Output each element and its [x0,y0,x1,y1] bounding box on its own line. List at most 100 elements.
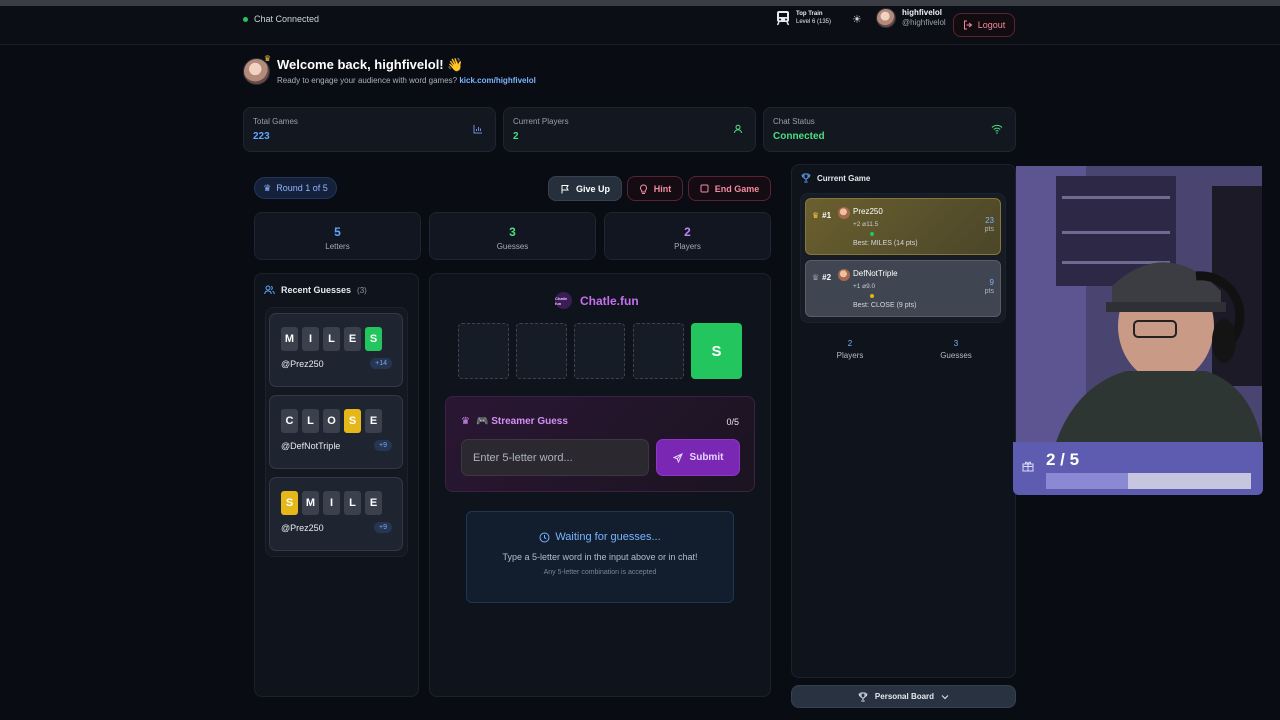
clock-icon [539,532,550,542]
points-badge: +9 [374,440,392,451]
stop-icon [700,184,709,193]
guess-input[interactable] [461,439,649,476]
brand-name: Chatle.fun [580,293,639,308]
letter-tile: S [281,491,298,515]
chat-status-text: Chat Connected [254,14,320,24]
letter-tile: I [323,491,340,515]
logout-icon [963,20,973,30]
navbar [0,6,1280,45]
player-best: Best: CLOSE (9 pts) [853,302,917,309]
guess-user: @DefNotTriple [281,440,341,451]
player-best: Best: MILES (14 pts) [853,240,918,247]
letter-tile: C [281,409,298,433]
train-title: Top Train [796,11,823,17]
letter-tile: E [365,409,382,433]
player-stats: +2 ⌀11.5 [853,221,879,228]
train-icon [776,11,790,26]
letter-slot: S [691,323,742,379]
current-game-title: Current Game [801,173,870,183]
trophy-icon: ♕ [812,273,820,282]
list-item: S M I L E @Prez250 +9 [269,477,403,551]
letter-tile: O [323,409,340,433]
letter-slot [633,323,684,379]
letter-tile: I [302,327,319,351]
crown-icon: ♛ [812,211,820,220]
letter-slot [458,323,509,379]
letter-tile: S [344,409,361,433]
user-menu[interactable]: highfivelol @highfivelol [876,8,946,28]
trophy-icon [858,692,868,701]
player-score: 9 [989,278,994,287]
stat-total-games: Total Games 223 [243,107,496,152]
welcome-title: Welcome back, highfivelol! 👋 [277,57,464,72]
streamer-guess-title: 🎮 Streamer Guess [475,416,568,427]
welcome-subtitle: Ready to engage your audience with word … [277,76,536,85]
crown-icon: ♛ [263,53,271,63]
end-game-button[interactable]: End Game [688,176,771,201]
waiting-box: Waiting for guesses... Type a 5-letter w… [466,511,734,603]
letter-tile: L [344,491,361,515]
letter-tile: M [302,491,319,515]
progress-bar [1046,473,1251,489]
status-dot-icon [870,232,874,236]
leaderboard-row: ♕ #2 DefNotTriple +1 ⌀9.0 Best: CLOSE (9 … [805,260,1001,317]
players-summary: 2 Players [836,339,864,360]
recent-guesses-title: Recent Guesses (3) [264,285,367,295]
logout-button[interactable]: Logout [953,13,1015,37]
crown-icon: ♛ [263,182,272,193]
flag-icon [561,184,569,193]
letter-slot [574,323,625,379]
letters-stat: 5 Letters [254,212,421,260]
top-train-badge: Top Train Level 6 (135) [776,10,831,26]
bar-chart-icon [473,124,483,137]
round-badge: ♛ Round 1 of 5 [254,177,337,199]
players-stat: 2 Players [604,212,771,260]
gift-icon [1022,460,1034,475]
chat-connected-indicator: Chat Connected [243,13,319,25]
webcam-image [1016,166,1262,442]
submit-button[interactable]: Submit [656,439,740,476]
player-name: DefNotTriple [853,269,898,278]
streamer-guess-count: 0/5 [726,417,739,427]
welcome-avatar: ♛ [243,54,271,85]
avatar [838,269,850,281]
webcam-feed [1016,166,1262,442]
brand-logo: Chatle fun [555,292,572,309]
letter-tile: S [365,327,382,351]
lightbulb-icon [639,183,647,194]
users-icon [264,285,275,295]
guess-user: @Prez250 [281,522,324,533]
streamer-guess-panel: ♛ 🎮 Streamer Guess 0/5 Submit [445,396,755,492]
letter-tile: M [281,327,298,351]
personal-board-button[interactable]: Personal Board [791,685,1016,708]
hint-button[interactable]: Hint [627,176,683,201]
stat-current-players: Current Players 2 [503,107,756,152]
progress-text: 2 / 5 [1046,450,1080,469]
points-badge: +14 [370,358,392,369]
theme-toggle-sun-icon[interactable]: ☀ [852,13,862,26]
list-item: C L O S E @DefNotTriple +9 [269,395,403,469]
brand: Chatle fun Chatle.fun [555,292,639,309]
avatar [876,8,896,28]
avatar [838,207,850,219]
username: highfivelol [902,8,942,17]
logout-label: Logout [977,20,1006,30]
player-score: 23 [985,216,994,225]
give-up-button[interactable]: Give Up [548,176,622,201]
leaderboard-row: ♛ #1 Prez250 +2 ⌀11.5 Best: MILES (14 pts… [805,198,1001,255]
chevron-down-icon [941,694,949,699]
list-item: M I L E S @Prez250 +14 [269,313,403,387]
send-icon [672,452,683,463]
player-stats: +1 ⌀9.0 [853,283,876,290]
letter-slot [516,323,567,379]
status-dot-icon [243,16,248,22]
crown-icon: ♛ [461,416,470,427]
user-icon [733,124,743,137]
guess-user: @Prez250 [281,358,324,369]
player-name: Prez250 [853,207,883,216]
train-level: Level 6 (135) [796,19,832,25]
channel-link[interactable]: kick.com/highfivelol [459,76,535,85]
welcome-banner: ♛ Welcome back, highfivelol! 👋 Ready to … [243,54,536,85]
wifi-icon [991,124,1003,137]
letter-tile: L [302,409,319,433]
